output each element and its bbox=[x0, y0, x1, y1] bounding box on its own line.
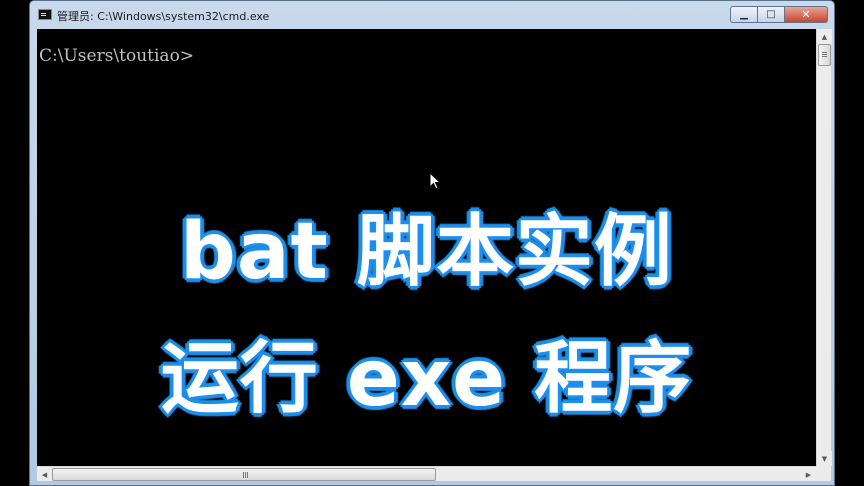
cmd-window-icon[interactable] bbox=[38, 9, 52, 20]
cmd-window: 管理员: C:\Windows\system32\cmd.exe ▁ □ ✕ C… bbox=[29, 0, 835, 486]
scroll-left-button[interactable]: ◀ bbox=[37, 467, 52, 482]
close-button[interactable]: ✕ bbox=[784, 6, 828, 23]
mouse-pointer-icon bbox=[429, 172, 442, 190]
command-prompt: C:\Users\toutiao> bbox=[39, 46, 195, 66]
minimize-button[interactable]: ▁ bbox=[730, 6, 757, 23]
horizontal-scrollbar[interactable]: ◀ ▶ bbox=[37, 466, 816, 481]
caption-line-1: bat 脚本实例 bbox=[180, 207, 673, 297]
title-bar[interactable]: 管理员: C:\Windows\system32\cmd.exe ▁ □ ✕ bbox=[30, 1, 834, 29]
scroll-right-button[interactable]: ▶ bbox=[801, 467, 816, 482]
maximize-button[interactable]: □ bbox=[757, 6, 784, 23]
scroll-down-button[interactable]: ▼ bbox=[817, 451, 832, 466]
console-output[interactable]: C:\Users\toutiao> bat 脚本实例 运行 exe 程序 bbox=[37, 29, 816, 466]
window-title: 管理员: C:\Windows\system32\cmd.exe bbox=[57, 10, 270, 23]
vertical-scrollbar[interactable]: ▲ ▼ bbox=[816, 29, 832, 466]
horizontal-scroll-thumb[interactable] bbox=[52, 468, 436, 481]
vertical-scroll-thumb[interactable] bbox=[818, 44, 831, 66]
window-controls: ▁ □ ✕ bbox=[730, 6, 828, 23]
caption-line-2: 运行 exe 程序 bbox=[160, 334, 693, 424]
scroll-up-button[interactable]: ▲ bbox=[817, 29, 832, 44]
resize-grip[interactable] bbox=[816, 466, 831, 481]
